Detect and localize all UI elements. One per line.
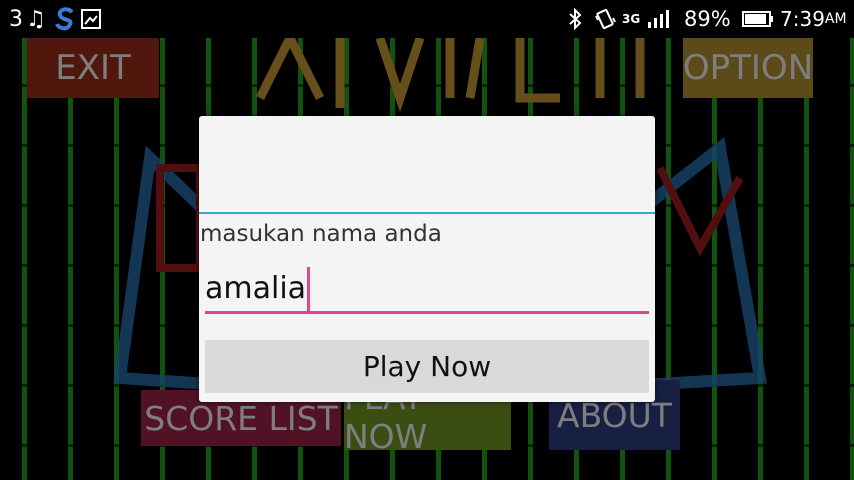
status-bar: 3 ♫ 3G 89% 7:39 AM	[0, 0, 854, 38]
s-app-icon	[54, 0, 76, 38]
vibrate-icon	[594, 0, 616, 38]
name-input[interactable]: amalia	[205, 266, 649, 314]
dialog-title	[199, 116, 655, 212]
name-input-value: amalia	[205, 271, 307, 306]
music-icon: ♫	[26, 6, 46, 32]
clock-suffix: AM	[824, 11, 847, 27]
clock: 7:39 AM	[780, 0, 847, 38]
battery-percent: 89%	[684, 7, 731, 31]
dialog-divider	[199, 212, 655, 214]
battery-icon	[742, 0, 774, 38]
name-dialog: masukan nama anda amalia Play Now	[199, 116, 655, 402]
dialog-message: masukan nama anda	[200, 221, 442, 247]
bluetooth-icon	[567, 0, 583, 38]
screen: 3 ♫ 3G 89% 7:39 AM EXIT OPTION SCORE LIS…	[0, 0, 854, 480]
network-3g-icon: 3G	[622, 12, 641, 26]
clock-time: 7:39	[780, 7, 825, 31]
notification-count: 3	[9, 6, 23, 32]
play-now-button[interactable]: Play Now	[205, 340, 649, 393]
image-icon	[81, 0, 101, 38]
signal-icon	[647, 0, 671, 38]
text-cursor	[307, 266, 311, 311]
